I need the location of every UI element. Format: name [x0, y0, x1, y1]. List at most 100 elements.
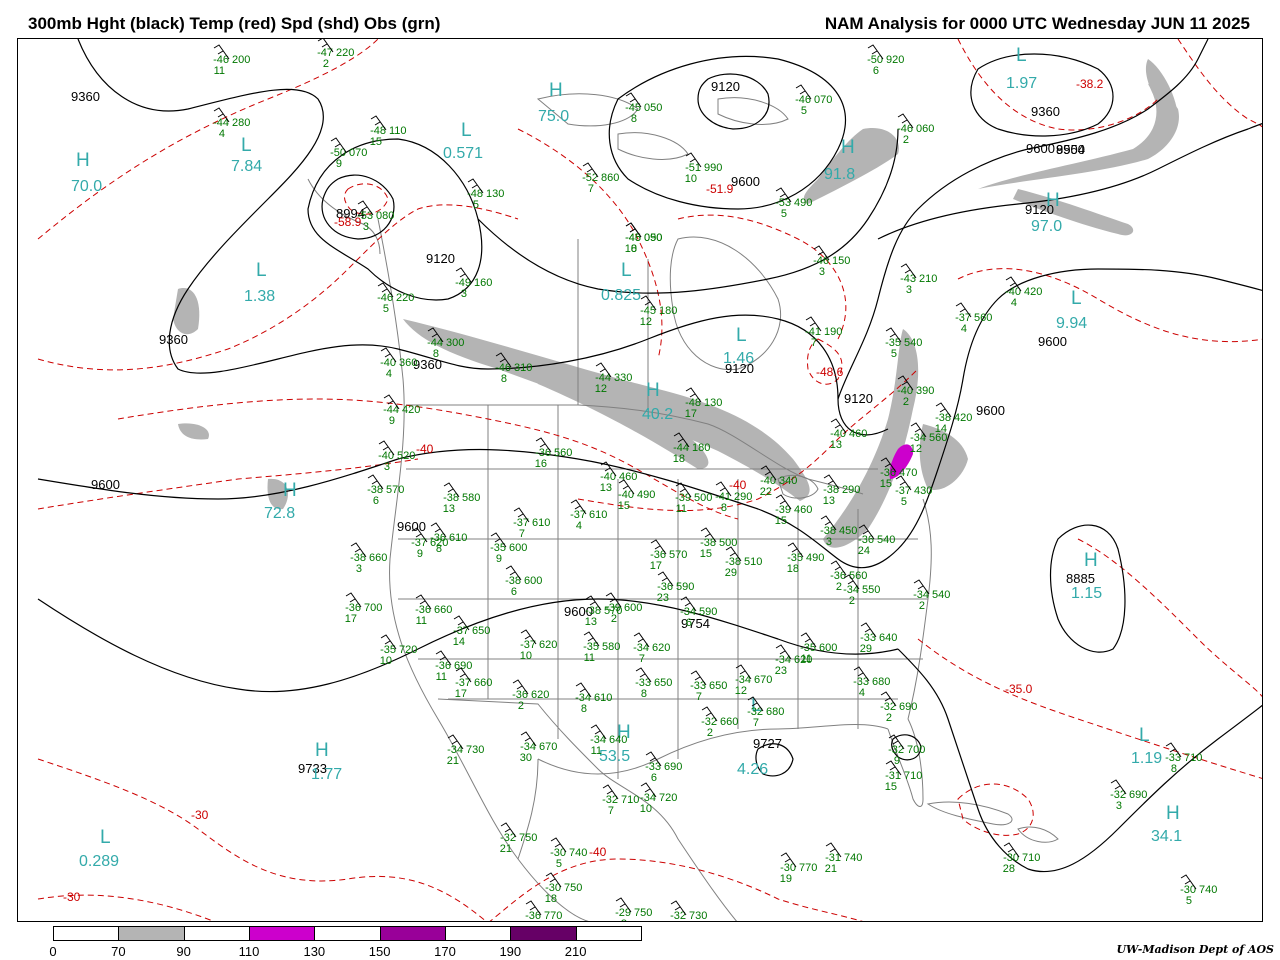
jet-streak-pacific-small: [173, 288, 200, 335]
legend-swatch: [510, 926, 577, 941]
obs-dewpoint-spread: 4: [386, 368, 392, 380]
obs-dewpoint-spread: 6: [651, 772, 657, 784]
obs-dewpoint-spread: 6: [686, 617, 692, 629]
height-label: 9600: [1038, 334, 1067, 349]
obs-height: 590: [676, 581, 694, 593]
legend-tick-label: 90: [176, 944, 191, 959]
center-value: 9.94: [1056, 315, 1087, 332]
obs-dewpoint-spread: 13: [585, 616, 597, 628]
obs-height: 750: [564, 882, 582, 894]
temperature-label: -35.0: [1005, 682, 1033, 696]
obs-height: 490: [637, 489, 655, 501]
obs-height: 670: [754, 674, 772, 686]
legend-tick-label: 170: [434, 944, 456, 959]
height-contour-9600-southeast: [897, 648, 1262, 873]
obs-dewpoint-spread: 7: [753, 717, 759, 729]
obs-dewpoint-spread: 15: [880, 478, 892, 490]
height-label: 9600: [976, 403, 1005, 418]
obs-height: 990: [704, 162, 722, 174]
obs-height: 560: [929, 432, 947, 444]
legend-swatch: [183, 926, 250, 941]
height-label: 9600: [397, 519, 426, 534]
high-center-symbol: H: [283, 480, 297, 501]
obs-dewpoint-spread: 9: [389, 415, 395, 427]
obs-height: 540: [877, 534, 895, 546]
obs-dewpoint-spread: 5: [781, 208, 787, 220]
obs-height: 770: [544, 910, 562, 922]
obs-height: 160: [474, 277, 492, 289]
temperature-label: -30: [63, 890, 81, 904]
obs-dewpoint-spread: 8: [631, 113, 637, 125]
obs-height: 540: [904, 337, 922, 349]
obs-dewpoint-spread: 18: [673, 453, 685, 465]
obs-height: 650: [709, 680, 727, 692]
obs-dewpoint-spread: 10: [685, 173, 697, 185]
obs-height: 730: [466, 744, 484, 756]
obs-dewpoint-spread: 7: [588, 183, 594, 195]
obs-height: 720: [399, 644, 417, 656]
low-center-symbol: L: [1016, 45, 1027, 66]
high-center-symbol: H: [841, 137, 855, 158]
obs-height: 750: [634, 907, 652, 919]
obs-height: 560: [554, 447, 572, 459]
obs-dewpoint-spread: 8: [436, 543, 442, 555]
obs-dewpoint-spread: 5: [1186, 895, 1192, 907]
obs-dewpoint-spread: 6: [511, 586, 517, 598]
temperature-label: -51.9: [706, 182, 734, 196]
obs-height: 080: [376, 210, 394, 222]
obs-height: 220: [336, 47, 354, 59]
obs-height: 570: [386, 484, 404, 496]
cuba: [926, 801, 1013, 826]
obs-dewpoint-spread: 2: [903, 396, 909, 408]
weather-map: 9360 8994 9120 9360 9360 9600 9600 9600 9120 9120…: [17, 38, 1263, 922]
obs-dewpoint-spread: 29: [860, 643, 872, 655]
low-center-symbol: L: [256, 260, 267, 281]
obs-dewpoint-spread: 2: [323, 58, 329, 70]
obs-dewpoint-spread: 3: [826, 536, 832, 548]
height-label: 9600: [91, 477, 120, 492]
obs-dewpoint-spread: 3: [363, 221, 369, 233]
height-label: 9120: [844, 391, 873, 406]
obs-dewpoint-spread: 3: [1116, 800, 1122, 812]
high-center-symbol: H: [1084, 550, 1098, 571]
obs-height: 090: [644, 232, 662, 244]
obs-height: 620: [652, 642, 670, 654]
obs-height: 610: [594, 692, 612, 704]
obs-height: 750: [519, 832, 537, 844]
obs-dewpoint-spread: 15: [700, 548, 712, 560]
obs-height: 560: [849, 570, 867, 582]
obs-height: 920: [886, 54, 904, 66]
obs-height: 060: [916, 123, 934, 135]
obs-dewpoint-spread: 5: [383, 303, 389, 315]
obs-height: 190: [824, 326, 842, 338]
center-value: 4.26: [737, 761, 768, 778]
obs-dewpoint-spread: 8: [433, 348, 439, 360]
legend-swatch: [248, 926, 316, 941]
obs-dewpoint-spread: 2: [903, 134, 909, 146]
obs-height: 110: [389, 125, 407, 137]
obs-height: 600: [524, 575, 542, 587]
obs-dewpoint-spread: 8: [501, 373, 507, 385]
obs-height: 640: [609, 734, 627, 746]
obs-dewpoint-spread: 3: [461, 288, 467, 300]
obs-height: 690: [1129, 789, 1147, 801]
obs-height: 500: [719, 537, 737, 549]
obs-height: 390: [916, 385, 934, 397]
obs-height: 650: [654, 677, 672, 689]
obs-height: 490: [806, 552, 824, 564]
obs-dewpoint-spread: 23: [657, 592, 669, 604]
high-center-symbol: H: [315, 740, 329, 761]
obs-dewpoint-spread: 24: [858, 545, 870, 557]
obs-dewpoint-spread: 4: [219, 128, 225, 140]
obs-dewpoint-spread: 6: [373, 495, 379, 507]
obs-dewpoint-spread: 16: [535, 458, 547, 470]
height-contour-8954: [970, 53, 1114, 137]
obs-height: 360: [399, 357, 417, 369]
height-label: 9600: [731, 174, 760, 189]
temperature-label: -48.6: [816, 365, 844, 379]
obs-dewpoint-spread: 11: [801, 653, 812, 665]
obs-dewpoint-spread: 3: [384, 461, 390, 473]
center-value: 75.0: [538, 108, 569, 125]
center-value: 40.2: [642, 406, 673, 423]
obs-height: 770: [799, 862, 817, 874]
